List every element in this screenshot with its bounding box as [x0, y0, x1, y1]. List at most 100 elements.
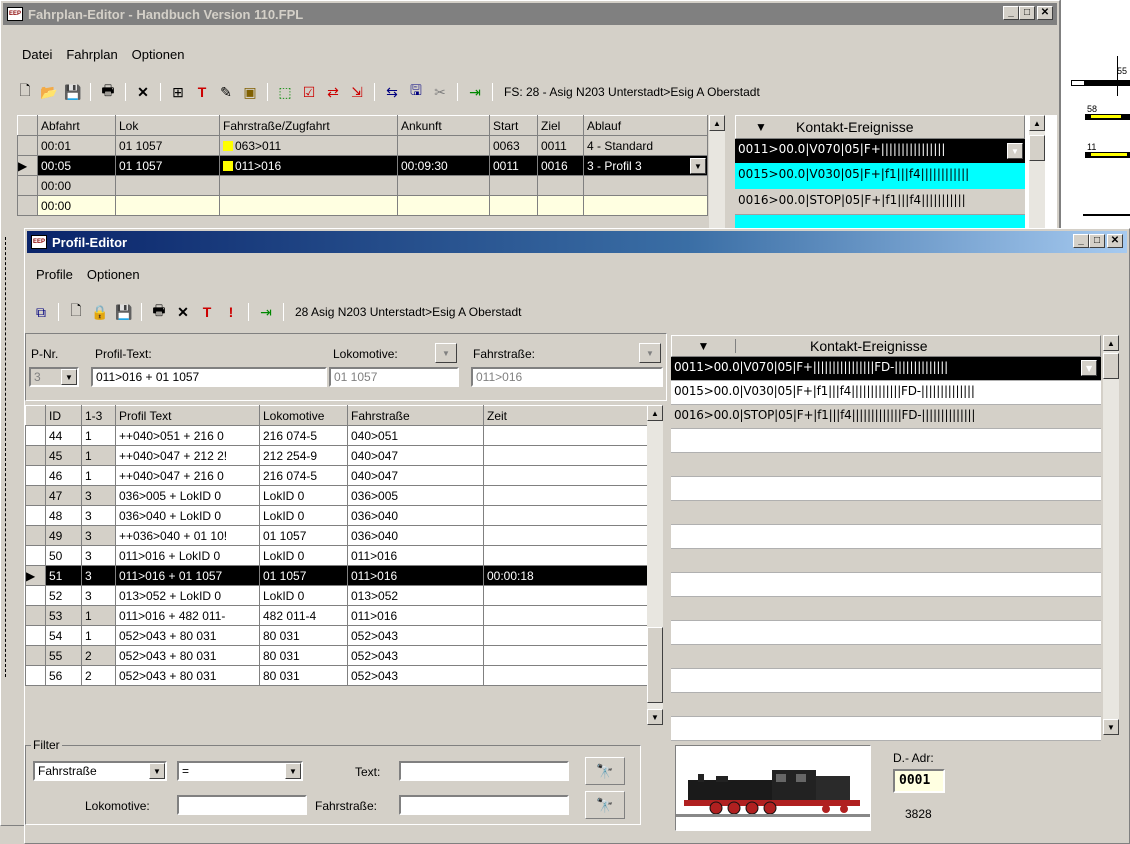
cell-fahrstrasse[interactable]: 013>052	[347, 585, 484, 606]
cell-profiltext[interactable]: 036>005 + LokID 0	[115, 485, 260, 506]
cell-zeit[interactable]	[483, 485, 648, 506]
filter-field-select[interactable]: Fahrstraße	[33, 761, 167, 781]
table-row[interactable]: 48 3 036>040 + LokID 0 LokID 0 036>040	[25, 505, 648, 526]
table-row[interactable]: 56 2 052>043 + 80 031 80 031 052>043	[25, 665, 648, 686]
table-row[interactable]: 50 3 011>016 + LokID 0 LokID 0 011>016	[25, 545, 648, 566]
import-icon[interactable]: ⇲	[347, 82, 367, 102]
chevron-down-icon[interactable]: ▼	[149, 763, 165, 779]
close-button[interactable]: ✕	[1037, 6, 1053, 20]
new-file-icon[interactable]: 🗋	[66, 302, 86, 322]
cell-lokomotive[interactable]: LokID 0	[259, 485, 348, 506]
track-edit-icon[interactable]: T	[197, 302, 217, 322]
menu-profile[interactable]: Profile	[29, 267, 80, 282]
pencil-icon[interactable]: ✎	[216, 82, 236, 102]
chevron-down-icon[interactable]: ▼	[690, 158, 706, 174]
profil-event-row[interactable]	[671, 669, 1101, 693]
profil-event-row[interactable]	[671, 453, 1101, 477]
cell-lokomotive[interactable]: 216 074-5	[259, 465, 348, 486]
cell-ankunft[interactable]	[397, 175, 490, 196]
profil-event-row[interactable]	[671, 597, 1101, 621]
profil-event-row[interactable]	[671, 573, 1101, 597]
main-event-row[interactable]: 0016>00.0|STOP|05|F+|f1|||f4|||||||||||	[735, 189, 1025, 215]
cell-zeit[interactable]	[483, 585, 648, 606]
scroll-thumb[interactable]	[1103, 353, 1119, 379]
cell-profiltext[interactable]: 013>052 + LokID 0	[115, 585, 260, 606]
cell-fahrstrasse[interactable]: 040>047	[347, 445, 484, 466]
print-icon[interactable]: 🖶	[149, 302, 169, 322]
table-row[interactable]: 44 1 ++040>051 + 216 0 216 074-5 040>051	[25, 425, 648, 446]
copy-icon[interactable]: ⧉	[31, 302, 51, 322]
cell-id[interactable]: 52	[45, 585, 82, 606]
cell-kategorie[interactable]: 1	[81, 425, 116, 446]
table-row[interactable]: 49 3 ++036>040 + 01 10! 01 1057 036>040	[25, 525, 648, 546]
table-row[interactable]: 55 2 052>043 + 80 031 80 031 052>043	[25, 645, 648, 666]
profil-event-row[interactable]	[671, 621, 1101, 645]
cell-zeit[interactable]	[483, 465, 648, 486]
cell-ankunft[interactable]: 00:09:30	[397, 155, 490, 176]
dropdown-arrow-icon[interactable]: ▼	[736, 120, 786, 134]
col-lokomotive[interactable]: Lokomotive	[259, 405, 348, 426]
cell-abfahrt[interactable]: 00:00	[37, 175, 116, 196]
cell-fahrstrasse[interactable]: 011>016	[347, 545, 484, 566]
cell-profiltext[interactable]: ++040>047 + 212 2!	[115, 445, 260, 466]
table-row[interactable]: 00:01 01 1057 063>011 0063 0011 4 - Stan…	[17, 135, 708, 156]
cell-kategorie[interactable]: 1	[81, 605, 116, 626]
cell-ziel[interactable]	[537, 175, 584, 196]
cell-id[interactable]: 45	[45, 445, 82, 466]
cell-ablauf[interactable]: 3 - Profil 3 ▼	[583, 155, 708, 176]
cell-profiltext[interactable]: 011>016 + LokID 0	[115, 545, 260, 566]
cell-fahrstrasse[interactable]: 036>040	[347, 525, 484, 546]
scroll-up-icon[interactable]: ▲	[647, 405, 663, 421]
minimize-button[interactable]: _	[1073, 234, 1089, 248]
cell-zeit[interactable]	[483, 445, 648, 466]
cell-zeit[interactable]	[483, 645, 648, 666]
cell-id[interactable]: 51	[45, 565, 82, 586]
cell-kategorie[interactable]: 3	[81, 585, 116, 606]
col-ankunft[interactable]: Ankunft	[397, 115, 490, 136]
cell-zeit[interactable]	[483, 665, 648, 686]
cell-abfahrt[interactable]: 00:05	[37, 155, 116, 176]
cell-kategorie[interactable]: 3	[81, 525, 116, 546]
table-row[interactable]: 54 1 052>043 + 80 031 80 031 052>043	[25, 625, 648, 646]
maximize-button[interactable]: □	[1089, 234, 1105, 248]
open-folder-icon[interactable]: 📂	[39, 82, 59, 102]
lock-icon[interactable]: 🔒	[90, 302, 110, 322]
save-icon[interactable]: 💾	[63, 82, 83, 102]
maximize-button[interactable]: □	[1019, 6, 1035, 20]
cell-lokomotive[interactable]: 212 254-9	[259, 445, 348, 466]
cell-kategorie[interactable]: 3	[81, 485, 116, 506]
cell-id[interactable]: 54	[45, 625, 82, 646]
profil-event-row[interactable]: 0016>00.0|STOP|05|F+|f1|||f4||||||||||||…	[671, 405, 1101, 429]
scroll-up-icon[interactable]: ▲	[709, 115, 725, 131]
filter-lok-input[interactable]	[177, 795, 307, 815]
new-file-icon[interactable]: 🗋	[15, 82, 35, 102]
table-row[interactable]: 00:00	[17, 175, 708, 196]
menu-fahrplan[interactable]: Fahrplan	[59, 47, 124, 62]
profil-event-row[interactable]	[671, 645, 1101, 669]
alert-icon[interactable]: !	[221, 302, 241, 322]
cell-lokomotive[interactable]: LokID 0	[259, 545, 348, 566]
cell-id[interactable]: 53	[45, 605, 82, 626]
check-icon[interactable]: ☑	[299, 82, 319, 102]
cell-id[interactable]: 44	[45, 425, 82, 446]
frame-icon[interactable]: ▣	[240, 82, 260, 102]
cell-lokomotive[interactable]: 80 031	[259, 645, 348, 666]
cell-id[interactable]: 55	[45, 645, 82, 666]
cell-ablauf[interactable]	[583, 175, 708, 196]
cell-start[interactable]: 0063	[489, 135, 538, 156]
cell-profiltext[interactable]: 052>043 + 80 031	[115, 645, 260, 666]
cell-abfahrt[interactable]: 00:00	[37, 195, 116, 216]
cell-lokomotive[interactable]: 01 1057	[259, 565, 348, 586]
cell-ankunft[interactable]	[397, 135, 490, 156]
profil-event-row[interactable]	[671, 501, 1101, 525]
cell-kategorie[interactable]: 3	[81, 565, 116, 586]
cell-lok[interactable]: 01 1057	[115, 155, 220, 176]
cell-id[interactable]: 46	[45, 465, 82, 486]
fahrplan-scrollbar[interactable]: ▲	[709, 115, 725, 233]
cell-id[interactable]: 56	[45, 665, 82, 686]
scroll-down-icon[interactable]: ▼	[647, 709, 663, 725]
cell-kategorie[interactable]: 1	[81, 445, 116, 466]
cell-zeit[interactable]: 00:00:18	[483, 565, 648, 586]
scroll-thumb[interactable]	[1029, 135, 1045, 161]
cell-fahrstrasse[interactable]: 052>043	[347, 645, 484, 666]
